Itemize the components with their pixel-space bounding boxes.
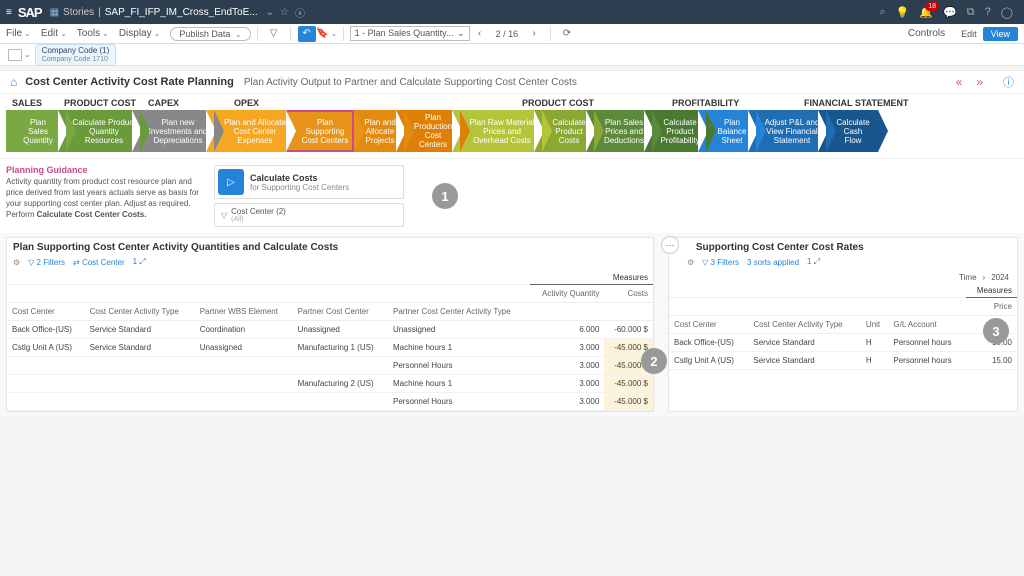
group-sales: SALES — [12, 98, 64, 108]
page-back-icon[interactable]: « — [956, 75, 963, 89]
more-icon[interactable]: ⋯ — [661, 236, 679, 254]
breadcrumb-stories[interactable]: Stories — [63, 7, 94, 18]
play-icon: ▷ — [218, 169, 244, 195]
story-toolbar: File⌄ Edit⌄ Tools⌄ Display⌄ Publish Data… — [0, 24, 1024, 44]
link-icon[interactable]: ⧉ — [967, 6, 975, 19]
expand-link[interactable]: 1 ⤢ — [133, 257, 146, 267]
page-fwd-icon[interactable]: » — [976, 75, 983, 89]
callout-1: 1 — [432, 183, 458, 209]
table-row[interactable]: Manufacturing 2 (US)Machine hours 13.000… — [7, 375, 653, 393]
step-plan-supporting-cc[interactable]: PlanSupportingCost Centers — [286, 110, 354, 152]
thumbnail-icon[interactable] — [8, 49, 22, 61]
story-name[interactable]: SAP_FI_IFP_IM_Cross_EndToE... — [105, 7, 258, 18]
help-icon[interactable]: ? — [985, 6, 991, 18]
table-activity-quantities: Plan Supporting Cost Center Activity Qua… — [6, 237, 654, 412]
group-opex: OPEX — [234, 98, 522, 108]
chevron-down-icon[interactable]: ⌄ — [266, 7, 274, 18]
page-next-icon[interactable]: › — [525, 26, 543, 42]
guidance-row: Planning Guidance Activity quantity from… — [0, 158, 1024, 233]
menu-edit[interactable]: Edit⌄ — [41, 28, 67, 39]
group-capex: CAPEX — [148, 98, 234, 108]
user-icon[interactable]: ◯ — [1001, 6, 1013, 19]
bookmark-icon[interactable]: 🔖⌄ — [318, 26, 336, 42]
filters-link[interactable]: ▽ 3 Filters — [702, 258, 739, 267]
search-icon[interactable]: ⌕ — [879, 6, 885, 19]
refresh-icon[interactable]: ⟳ — [558, 26, 576, 42]
table-row[interactable]: Cstlg Unit A (US)Service StandardHPerson… — [669, 352, 1017, 370]
page-title-bar: ⌂ Cost Center Activity Cost Rate Plannin… — [0, 70, 1024, 94]
notifications-icon[interactable]: 🔔18 — [919, 6, 933, 19]
stories-icon[interactable]: ▦ — [50, 7, 59, 18]
table-row[interactable]: Back Office-(US)Service StandardCoordina… — [7, 321, 653, 339]
step-plan-sales-qty[interactable]: PlanSalesQuantity — [6, 110, 66, 152]
star-icon[interactable]: ☆ — [280, 7, 289, 18]
home-icon[interactable]: ⌂ — [10, 75, 17, 89]
linked-analysis[interactable]: ⇄ Cost Center — [73, 258, 125, 267]
table-row[interactable]: Cstlg Unit A (US)Service StandardUnassig… — [7, 339, 653, 357]
group-productcost: PRODUCT COST — [64, 98, 148, 108]
table-title: Plan Supporting Cost Center Activity Qua… — [7, 238, 653, 257]
page-selector[interactable]: 1 - Plan Sales Quantity...⌄ — [350, 26, 470, 41]
callout-3: 3 — [983, 318, 1009, 344]
planning-guidance: Planning Guidance Activity quantity from… — [6, 165, 206, 220]
table-row[interactable]: Personnel Hours3.000-45.000 $ — [7, 393, 653, 411]
group-productcost2: PRODUCT COST — [522, 98, 672, 108]
page-title: Cost Center Activity Cost Rate Planning — [25, 76, 234, 88]
gear-icon[interactable]: ⚙ — [687, 258, 694, 267]
thumb-chevron-icon[interactable]: ⌄ — [24, 50, 31, 59]
table-title: Supporting Cost Center Cost Rates — [696, 242, 864, 253]
callout-2: 2 — [641, 348, 667, 374]
page-help-icon[interactable]: ⓘ — [1003, 74, 1014, 90]
tables-area: Plan Supporting Cost Center Activity Qua… — [0, 233, 1024, 416]
page-prev-icon[interactable]: ‹ — [471, 26, 489, 42]
app-topbar: ≡ SAP ▦ Stories | SAP_FI_IFP_IM_Cross_En… — [0, 0, 1024, 24]
filters-link[interactable]: ▽ 2 Filters — [28, 258, 65, 267]
cost-center-filter[interactable]: ▽ Cost Center (2) (All) — [214, 203, 404, 227]
sap-logo: SAP — [18, 5, 42, 20]
edit-mode-button[interactable]: Edit — [955, 27, 983, 41]
menu-file[interactable]: File⌄ — [6, 28, 31, 39]
page-indicator: 2 / 16 — [496, 29, 519, 39]
view-mode-button[interactable]: View — [983, 27, 1018, 41]
idea-icon[interactable]: 💡 — [896, 6, 910, 19]
menu-display[interactable]: Display⌄ — [119, 28, 161, 39]
group-finstatement: FINANCIAL STATEMENT — [804, 98, 909, 108]
table-row[interactable]: Personnel Hours3.000-45.000 $ — [7, 357, 653, 375]
process-flow: SALES PRODUCT COST CAPEX OPEX PRODUCT CO… — [0, 94, 1024, 158]
group-profitability: PROFITABILITY — [672, 98, 804, 108]
menu-icon[interactable]: ≡ — [6, 7, 12, 18]
undo-button[interactable]: ↶ — [298, 26, 316, 42]
page-subtitle: Plan Activity Output to Partner and Calc… — [244, 77, 577, 88]
filter-icon[interactable]: ▽ — [265, 26, 283, 42]
time-next-icon[interactable]: › — [983, 273, 986, 282]
menu-tools[interactable]: Tools⌄ — [77, 28, 109, 39]
filter-chip-company-code[interactable]: Company Code (1) Company Code 1710 — [35, 44, 117, 66]
calculate-costs-button[interactable]: ▷ Calculate Costs for Supporting Cost Ce… — [214, 165, 404, 199]
sorts-link[interactable]: 3 sorts applied — [747, 258, 799, 267]
expand-link[interactable]: 1 ⤢ — [807, 257, 820, 267]
table-cost-rates: ⋯ n Supporting Cost Center Cost Rates ⚙ … — [668, 237, 1018, 412]
filter-icon: ▽ — [221, 211, 227, 220]
controls-button[interactable]: Controls — [908, 28, 945, 39]
table-row[interactable]: Back Office-(US)Service StandardHPersonn… — [669, 334, 1017, 352]
filter-row: ⌄ Company Code (1) Company Code 1710 — [0, 44, 1024, 66]
publish-button[interactable]: Publish Data ⌄ — [170, 27, 250, 41]
discuss-icon[interactable]: 💬 — [943, 6, 957, 19]
close-story-icon[interactable]: ⓧ — [295, 5, 305, 20]
gear-icon[interactable]: ⚙ — [13, 258, 20, 267]
